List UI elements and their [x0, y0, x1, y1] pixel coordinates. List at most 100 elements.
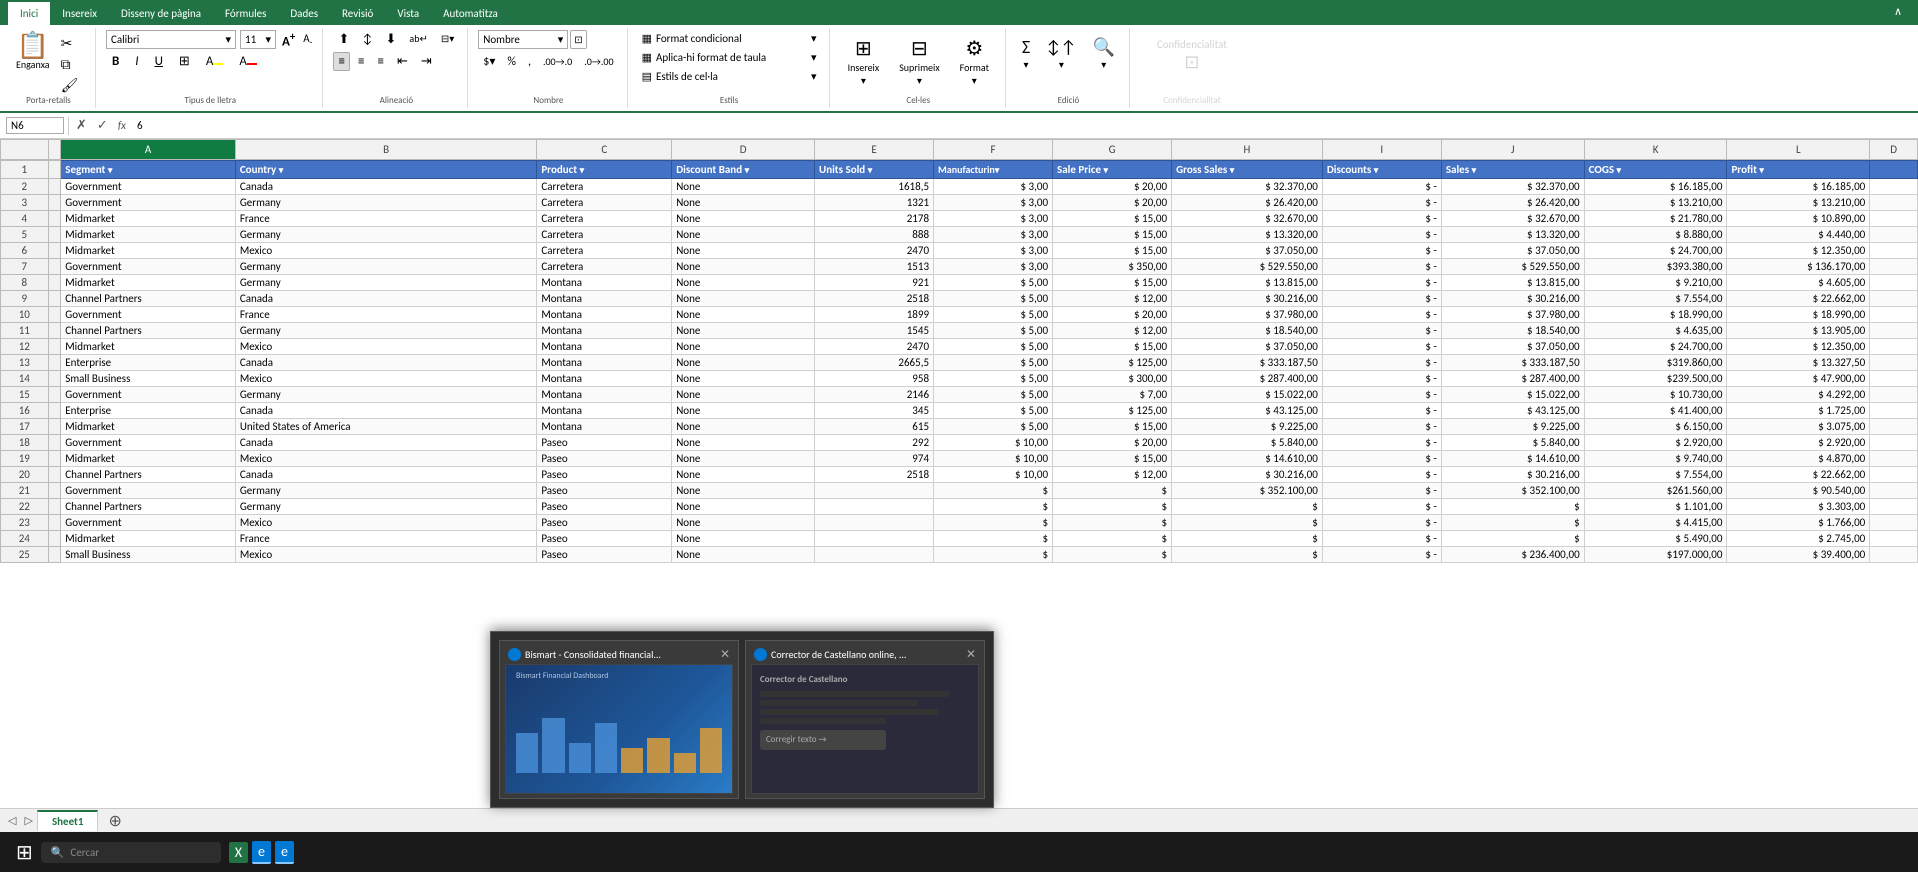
cell-cogs-4[interactable]: $ 21.780,00 [1584, 211, 1727, 227]
cell-profit-2[interactable]: $ 16.185,00 [1727, 179, 1870, 195]
cell-cogs-21[interactable]: $261.560,00 [1584, 483, 1727, 499]
cell-manuf-25[interactable]: $ [934, 547, 1053, 563]
currency-btn[interactable]: $▾ [478, 52, 500, 71]
align-right-btn[interactable]: ≡ [372, 52, 388, 71]
cell-disc-5[interactable]: $ - [1322, 227, 1441, 243]
close-corrector-btn[interactable]: ✕ [966, 647, 976, 662]
header-segment[interactable]: Segment ▾ [61, 161, 236, 179]
cell-units-16[interactable]: 345 [815, 403, 934, 419]
cell-units-10[interactable]: 1899 [815, 307, 934, 323]
cell-gross-7[interactable]: $ 529.550,00 [1172, 259, 1323, 275]
tab-inici[interactable]: Inici [8, 2, 50, 25]
cell-country-3[interactable]: Germany [235, 195, 537, 211]
cell-disc-8[interactable]: $ - [1322, 275, 1441, 291]
cell-band-17[interactable]: None [672, 419, 815, 435]
table-row[interactable]: 22 Channel Partners Germany Paseo None $… [1, 499, 1918, 515]
cell-cogs-24[interactable]: $ 5.490,00 [1584, 531, 1727, 547]
cancel-formula-btn[interactable]: ✗ [73, 118, 90, 133]
taskbar-edge-1[interactable]: e [252, 841, 271, 864]
tab-insereix[interactable]: Insereix [50, 2, 109, 25]
cell-profit-13[interactable]: $ 13.327,50 [1727, 355, 1870, 371]
cell-units-11[interactable]: 1545 [815, 323, 934, 339]
taskbar-edge-2[interactable]: e [275, 841, 294, 864]
cell-profit-18[interactable]: $ 2.920,00 [1727, 435, 1870, 451]
cell-gross-2[interactable]: $ 32.370,00 [1172, 179, 1323, 195]
font-color-btn[interactable]: A [233, 52, 263, 71]
cell-band-9[interactable]: None [672, 291, 815, 307]
cell-units-14[interactable]: 958 [815, 371, 934, 387]
table-row[interactable]: 19 Midmarket Mexico Paseo None 974 $ 10,… [1, 451, 1918, 467]
cell-band-18[interactable]: None [672, 435, 815, 451]
cell-disc-9[interactable]: $ - [1322, 291, 1441, 307]
insert-function-btn[interactable]: fx [115, 119, 129, 132]
cell-cogs-11[interactable]: $ 4.635,00 [1584, 323, 1727, 339]
cell-sale-4[interactable]: $ 15,00 [1053, 211, 1172, 227]
cell-disc-11[interactable]: $ - [1322, 323, 1441, 339]
table-row[interactable]: 3 Government Germany Carretera None 1321… [1, 195, 1918, 211]
cell-profit-10[interactable]: $ 18.990,00 [1727, 307, 1870, 323]
cell-segment-22[interactable]: Channel Partners [61, 499, 236, 515]
cell-cogs-7[interactable]: $393.380,00 [1584, 259, 1727, 275]
estils-cela-btn[interactable]: ▤ Estils de cel·la ▾ [638, 68, 821, 85]
tab-revisio[interactable]: Revisió [330, 2, 385, 25]
cell-profit-4[interactable]: $ 10.890,00 [1727, 211, 1870, 227]
cell-band-10[interactable]: None [672, 307, 815, 323]
cell-manuf-20[interactable]: $ 10,00 [934, 467, 1053, 483]
format-condicional-btn[interactable]: ▦ Format condicional ▾ [638, 30, 821, 47]
cell-profit-6[interactable]: $ 12.350,00 [1727, 243, 1870, 259]
cell-sale-2[interactable]: $ 20,00 [1053, 179, 1172, 195]
increase-font-btn[interactable]: A+ [280, 30, 297, 49]
cell-profit-11[interactable]: $ 13.905,00 [1727, 323, 1870, 339]
cell-cogs-14[interactable]: $239.500,00 [1584, 371, 1727, 387]
cell-sales-11[interactable]: $ 18.540,00 [1441, 323, 1584, 339]
cell-sales-13[interactable]: $ 333.187,50 [1441, 355, 1584, 371]
cell-profit-7[interactable]: $ 136.170,00 [1727, 259, 1870, 275]
cell-sale-22[interactable]: $ [1053, 499, 1172, 515]
cell-disc-23[interactable]: $ - [1322, 515, 1441, 531]
cell-sales-10[interactable]: $ 37.980,00 [1441, 307, 1584, 323]
align-center-btn[interactable]: ≡ [353, 52, 369, 71]
cell-segment-24[interactable]: Midmarket [61, 531, 236, 547]
cell-profit-23[interactable]: $ 1.766,00 [1727, 515, 1870, 531]
expand-nombre-btn[interactable]: ⊡ [570, 30, 586, 49]
cell-gross-9[interactable]: $ 30.216,00 [1172, 291, 1323, 307]
cell-units-4[interactable]: 2178 [815, 211, 934, 227]
sort-btn[interactable]: ↕↑ ▾ [1040, 34, 1082, 73]
table-row[interactable]: 17 Midmarket United States of America Mo… [1, 419, 1918, 435]
cell-units-6[interactable]: 2470 [815, 243, 934, 259]
cell-segment-17[interactable]: Midmarket [61, 419, 236, 435]
merge-btn[interactable]: ⊟▾ [436, 30, 459, 49]
cell-product-4[interactable]: Carretera [537, 211, 672, 227]
table-row[interactable]: 11 Channel Partners Germany Montana None… [1, 323, 1918, 339]
insereix-btn[interactable]: ⊞ Insereix ▾ [840, 34, 888, 89]
header-profit[interactable]: Profit ▾ [1727, 161, 1870, 179]
cell-units-17[interactable]: 615 [815, 419, 934, 435]
cell-gross-24[interactable]: $ [1172, 531, 1323, 547]
cell-segment-13[interactable]: Enterprise [61, 355, 236, 371]
align-middle-btn[interactable]: ↕ [357, 30, 377, 49]
cell-country-23[interactable]: Mexico [235, 515, 537, 531]
cell-product-12[interactable]: Montana [537, 339, 672, 355]
cell-gross-10[interactable]: $ 37.980,00 [1172, 307, 1323, 323]
cell-band-20[interactable]: None [672, 467, 815, 483]
cell-gross-3[interactable]: $ 26.420,00 [1172, 195, 1323, 211]
cell-manuf-18[interactable]: $ 10,00 [934, 435, 1053, 451]
cell-product-15[interactable]: Montana [537, 387, 672, 403]
cell-sale-12[interactable]: $ 15,00 [1053, 339, 1172, 355]
cell-manuf-21[interactable]: $ [934, 483, 1053, 499]
cell-sale-24[interactable]: $ [1053, 531, 1172, 547]
cell-sale-20[interactable]: $ 12,00 [1053, 467, 1172, 483]
cell-units-9[interactable]: 2518 [815, 291, 934, 307]
cell-cogs-25[interactable]: $197.000,00 [1584, 547, 1727, 563]
sheet-tab-sheet1[interactable]: Sheet1 [37, 810, 99, 831]
header-country[interactable]: Country ▾ [235, 161, 537, 179]
cell-band-4[interactable]: None [672, 211, 815, 227]
format-taula-btn[interactable]: ▦ Aplica-hi format de taula ▾ [638, 49, 821, 66]
formula-input[interactable] [133, 118, 1912, 133]
cell-gross-21[interactable]: $ 352.100,00 [1172, 483, 1323, 499]
cell-product-19[interactable]: Paseo [537, 451, 672, 467]
comma-btn[interactable]: , [523, 53, 536, 71]
cell-band-5[interactable]: None [672, 227, 815, 243]
cell-profit-20[interactable]: $ 22.662,00 [1727, 467, 1870, 483]
cell-product-17[interactable]: Montana [537, 419, 672, 435]
